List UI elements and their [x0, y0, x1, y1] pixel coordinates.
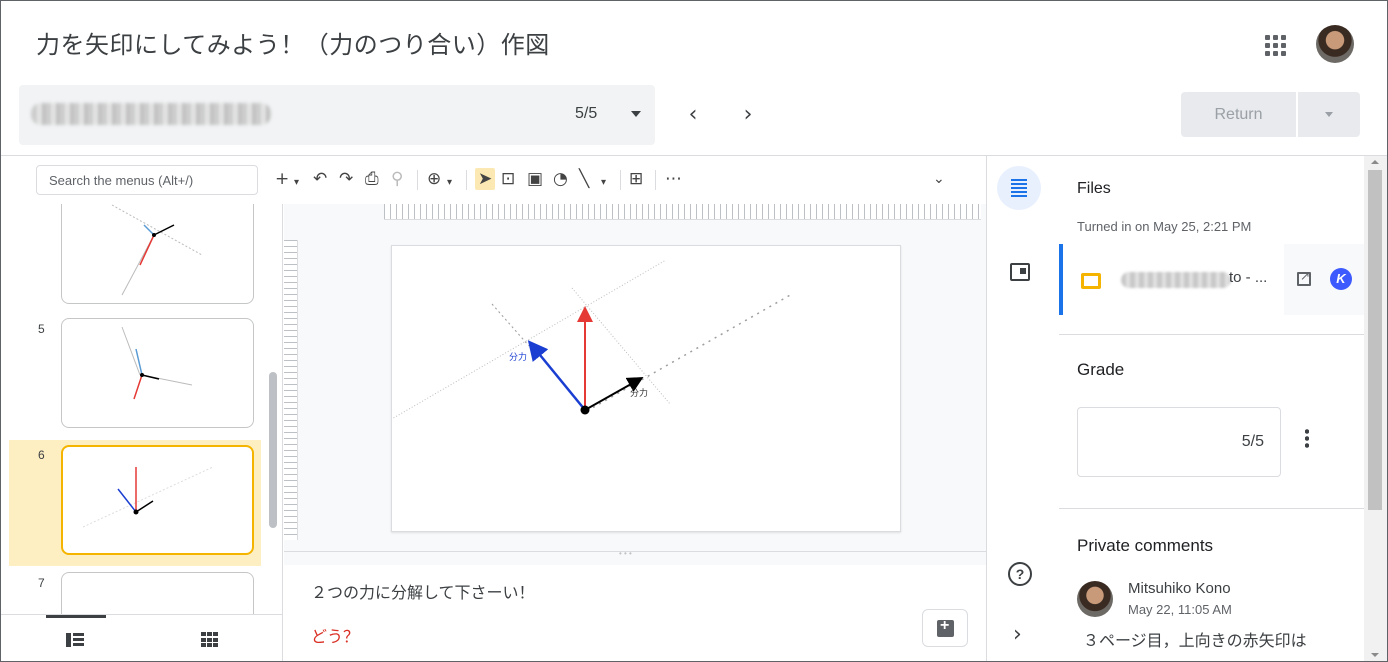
force-diagram: 分力 分力	[392, 259, 793, 420]
google-apps-icon[interactable]	[1259, 29, 1289, 59]
vertical-ruler	[284, 240, 298, 540]
redo-icon[interactable]: ↷	[339, 168, 353, 190]
student-dropdown-icon[interactable]	[631, 111, 641, 117]
component-label-left: 分力	[509, 351, 527, 363]
slide-filmstrip: 5 6 7	[1, 204, 283, 661]
slide-thumbnail-selected[interactable]	[61, 445, 254, 555]
page-title: 力を矢印にしてみよう！（力のつり合い）作図	[36, 31, 550, 59]
paint-format-icon[interactable]: ⚲	[391, 168, 403, 190]
comment-time: May 22, 11:05 AM	[1128, 602, 1232, 617]
guide-line	[586, 293, 793, 412]
files-tab-button[interactable]	[997, 166, 1041, 210]
scroll-up-icon[interactable]	[1371, 160, 1379, 164]
return-options-button[interactable]	[1298, 92, 1360, 137]
file-attachment[interactable]: to - ... K	[1059, 244, 1364, 316]
slide-canvas: 分力 分力	[284, 204, 986, 551]
file-name-blurred	[1121, 272, 1231, 288]
speaker-notes[interactable]: ２つの力に分解して下さーい！ どう？	[284, 565, 986, 661]
editor-toolbar: Search the menus (Alt+/) + ▾ ↶ ↷ ⎙ ⚲ ⊕ ▾…	[1, 156, 986, 204]
classroom-grading-window: 力を矢印にしてみよう！（力のつり合い）作図 5/5 ‹ › Return Sea…	[0, 0, 1388, 662]
guide-line	[571, 287, 671, 405]
comment-text: ３ページ目，上向きの赤矢印は	[1083, 631, 1307, 650]
notes-line-2: どう？	[311, 627, 360, 646]
commenter-avatar	[1077, 581, 1113, 617]
grade-title: Grade	[1077, 360, 1125, 379]
slide-number: 6	[38, 448, 45, 462]
student-selector[interactable]: 5/5	[19, 85, 655, 145]
search-menus-input[interactable]: Search the menus (Alt+/)	[36, 165, 258, 195]
expand-panel-icon[interactable]: ›	[1013, 622, 1022, 647]
plus-dropdown-icon[interactable]: ▾	[294, 172, 299, 194]
toolbar-divider	[620, 170, 621, 190]
component-label-right: 分力	[630, 387, 648, 399]
explore-icon	[937, 617, 954, 637]
select-icon[interactable]: ➤	[475, 168, 496, 190]
open-in-new-icon[interactable]	[1297, 269, 1311, 286]
image-icon[interactable]: ▣	[527, 168, 543, 190]
notes-resize-handle[interactable]	[284, 549, 986, 565]
student-count: 5/5	[575, 105, 598, 122]
header: 力を矢印にしてみよう！（力のつり合い）作図 5/5 ‹ › Return	[1, 1, 1387, 156]
grade-value: 5/5	[1241, 433, 1264, 450]
slide-number: 5	[38, 322, 45, 336]
horizontal-ruler	[384, 204, 981, 220]
return-button[interactable]: Return	[1181, 92, 1296, 137]
filmstrip-scrollbar[interactable]	[269, 372, 277, 528]
undo-icon[interactable]: ↶	[313, 168, 327, 190]
commenter-name: Mitsuhiko Kono	[1128, 580, 1231, 597]
grade-input[interactable]: 5/5	[1077, 407, 1281, 477]
collapse-toolbar-icon[interactable]: ⌄	[933, 168, 945, 190]
slide-page[interactable]: 分力 分力	[391, 245, 901, 532]
active-view-indicator	[46, 615, 106, 618]
account-avatar[interactable]	[1316, 25, 1354, 63]
grading-panel: Files Turned in on May 25, 2:21 PM to - …	[1059, 156, 1364, 661]
notes-line-1: ２つの力に分解して下さーい！	[311, 583, 535, 602]
zoom-icon[interactable]: ⊕	[427, 168, 441, 190]
guide-line	[491, 303, 530, 347]
panel-scrollbar[interactable]	[1364, 156, 1387, 661]
student-name-blurred	[31, 103, 271, 125]
shape-icon[interactable]: ◔	[553, 168, 568, 190]
plus-icon[interactable]: +	[275, 168, 289, 190]
guide-line	[392, 259, 667, 420]
toolbar-divider	[655, 170, 656, 190]
origin-point	[580, 405, 590, 415]
explore-button[interactable]	[922, 609, 968, 647]
divider	[1059, 508, 1364, 509]
toolbar-divider	[417, 170, 418, 190]
toolbar-divider	[466, 170, 467, 190]
file-name: to - ...	[1229, 269, 1268, 286]
slide-thumbnail[interactable]	[61, 204, 254, 304]
files-icon	[1011, 179, 1027, 197]
turned-in-status: Turned in on May 25, 2:21 PM	[1077, 219, 1252, 234]
zoom-dropdown-icon[interactable]: ▾	[447, 172, 452, 194]
line-dropdown-icon[interactable]: ▾	[601, 172, 606, 194]
scrollbar-thumb[interactable]	[1368, 170, 1382, 510]
more-icon[interactable]: ⋯	[665, 168, 682, 190]
line-icon[interactable]: ╲	[579, 168, 589, 190]
slide-number: 7	[38, 576, 45, 590]
more-vert-icon[interactable]	[1305, 428, 1309, 448]
scroll-down-icon[interactable]	[1371, 653, 1379, 657]
private-comments-title: Private comments	[1077, 536, 1214, 555]
files-title: Files	[1077, 180, 1111, 197]
comments-icon[interactable]	[1010, 263, 1030, 281]
print-icon[interactable]: ⎙	[365, 168, 379, 190]
side-rail: ? ›	[986, 156, 1058, 661]
grid-view-icon[interactable]	[201, 632, 219, 648]
comment-add-icon[interactable]: ⊞	[629, 168, 643, 190]
blue-component-arrow	[527, 340, 586, 411]
divider	[1059, 334, 1364, 335]
previous-student-button[interactable]: ‹	[681, 101, 705, 129]
kami-icon[interactable]: K	[1330, 268, 1352, 290]
filmstrip-view-icon[interactable]	[66, 633, 84, 647]
filmstrip-view-switcher	[1, 614, 282, 661]
slide-thumbnail[interactable]	[61, 318, 254, 428]
next-student-button[interactable]: ›	[736, 101, 760, 129]
slides-file-icon	[1081, 273, 1101, 289]
textbox-icon[interactable]: ⊡	[501, 168, 515, 190]
help-icon[interactable]: ?	[1008, 562, 1032, 586]
